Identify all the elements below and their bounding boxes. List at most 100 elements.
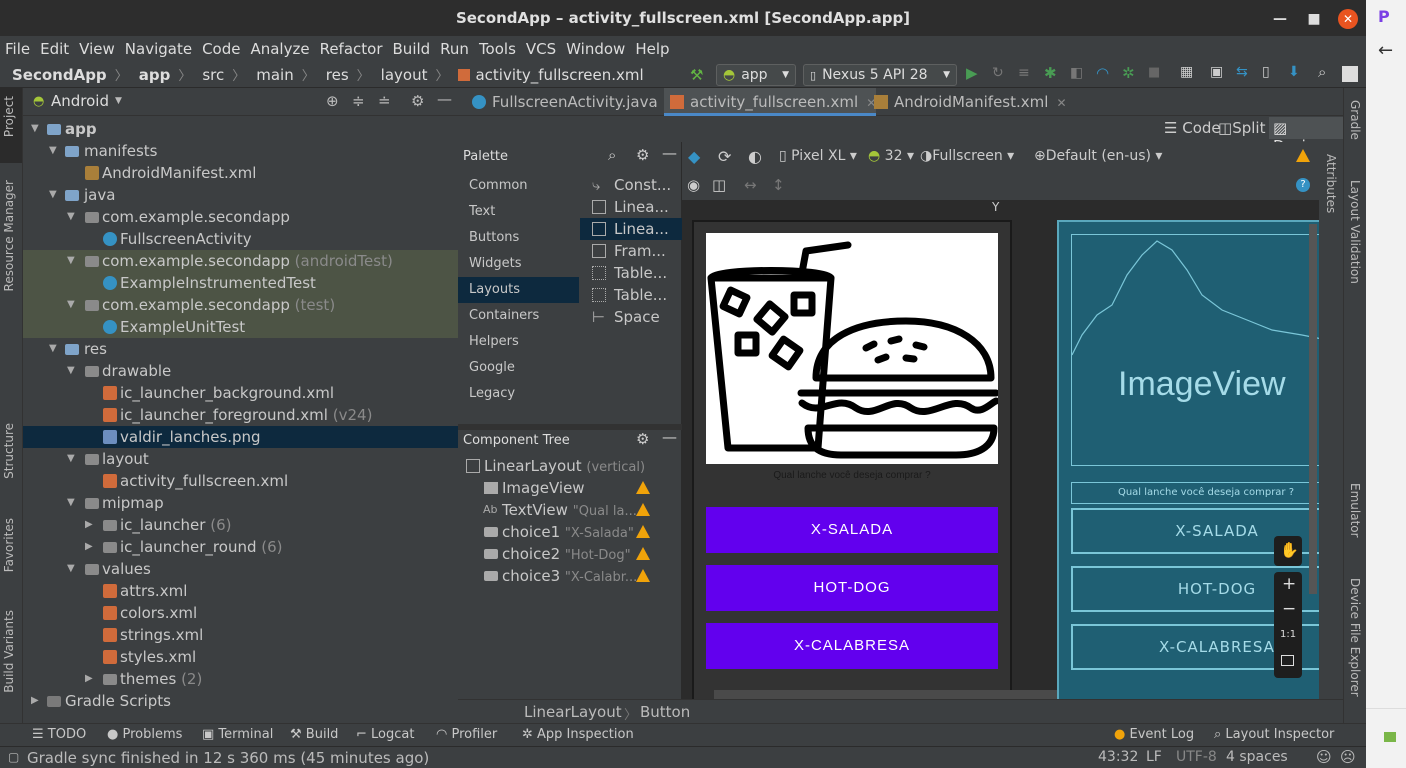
eye-icon[interactable]: ◉ (687, 176, 700, 194)
tree-item[interactable]: styles.xml (23, 646, 458, 668)
preview-button-x-salada[interactable]: X-SALADA (706, 507, 998, 553)
tool-build[interactable]: ⚒ Build (290, 727, 338, 742)
palette-category[interactable]: Widgets (458, 251, 579, 277)
tree-item[interactable]: ic_launcher_foreground.xml (v24) (23, 404, 458, 426)
tree-item[interactable]: ▼ com.example.secondapp (23, 206, 458, 228)
tab-resource-manager[interactable]: Resource Manager (2, 180, 16, 291)
hide-icon[interactable]: — (662, 144, 677, 162)
palette-item[interactable]: Linea... (580, 196, 682, 218)
margins-icon[interactable]: ◫ (712, 176, 726, 194)
tree-item-selected[interactable]: valdir_lanches.png (23, 426, 458, 448)
menu-analyze[interactable]: Analyze (250, 40, 309, 58)
palette-category[interactable]: Legacy (458, 381, 579, 407)
code-mode-button[interactable]: ☰ Code (1164, 119, 1221, 137)
profile-icon[interactable]: ◠ (1096, 64, 1109, 82)
component-item[interactable]: choice3 "X-Calabr... (458, 565, 682, 587)
search-icon[interactable]: ⌕ (608, 146, 616, 164)
tool-terminal[interactable]: ▣ Terminal (202, 727, 273, 742)
attach-icon[interactable]: ✲ (1122, 64, 1135, 82)
collapse-all-icon[interactable]: ≐ (378, 92, 391, 110)
menu-run[interactable]: Run (440, 40, 469, 58)
breadcrumb-main[interactable]: main (256, 66, 293, 84)
close-icon[interactable]: ✕ (1056, 96, 1066, 110)
design-mode-button[interactable]: ▨ Design (1269, 117, 1343, 155)
search-icon[interactable]: ⌕ (1318, 63, 1326, 81)
apply-changes-icon[interactable]: ↻ (992, 65, 1004, 81)
tool-problems[interactable]: ● Problems (107, 727, 182, 742)
tree-item[interactable]: ▶ themes (2) (23, 668, 458, 690)
tree-item[interactable]: colors.xml (23, 602, 458, 624)
design-preview[interactable]: Qual lanche você deseja comprar ? X-SALA… (692, 220, 1219, 699)
palette-item[interactable]: ⊢ Space (580, 306, 682, 328)
face-icon[interactable]: ☹ (1340, 748, 1356, 766)
api-select[interactable]: ◓ 32 ▾ (868, 148, 914, 164)
attach-debugger-icon[interactable]: ◧ (1070, 65, 1083, 81)
palette-category-selected[interactable]: Layouts (458, 277, 579, 303)
project-view-select[interactable]: Android (51, 92, 109, 110)
tree-item[interactable]: ▼ layout (23, 448, 458, 470)
breadcrumb-project[interactable]: SecondApp (12, 66, 107, 84)
tree-item[interactable]: strings.xml (23, 624, 458, 646)
tab-attributes[interactable]: Attributes (1324, 154, 1338, 213)
component-item[interactable]: choice1 "X-Salada" (458, 521, 682, 543)
breadcrumb-module[interactable]: app (139, 66, 171, 84)
orientation-icon[interactable]: ⟳ (718, 147, 731, 166)
tool-profiler[interactable]: ◠ Profiler (436, 727, 497, 742)
tree-item[interactable]: ▼ drawable (23, 360, 458, 382)
tool-logcat[interactable]: ⌐ Logcat (356, 727, 414, 742)
zoom-actual-size[interactable]: 1:1 (1280, 629, 1296, 640)
palette-item[interactable]: Table... (580, 284, 682, 306)
device-select[interactable]: ▯ Nexus 5 API 28 ▼ (803, 64, 957, 86)
tool-event-log[interactable]: ● Event Log (1114, 727, 1194, 742)
tab-fullscreen-activity[interactable]: FullscreenActivity.java✕ (466, 88, 676, 116)
palette-category[interactable]: Helpers (458, 329, 579, 355)
close-icon[interactable]: ✕ (1338, 9, 1358, 29)
menu-file[interactable]: File (5, 40, 30, 58)
component-root[interactable]: LinearLayout (vertical) (458, 455, 682, 477)
gear-icon[interactable]: ⚙ (636, 146, 649, 164)
tree-item[interactable]: ▼ java (23, 184, 458, 206)
maximize-icon[interactable]: ■ (1304, 9, 1324, 29)
warning-icon[interactable] (636, 481, 650, 494)
gallery-icon[interactable] (1384, 732, 1396, 742)
tree-item[interactable]: ▶ Gradle Scripts (23, 690, 458, 712)
palette-category[interactable]: Containers (458, 303, 579, 329)
expand-all-icon[interactable]: ≑ (352, 92, 365, 110)
sync-gradle-icon[interactable]: ⇆ (1236, 64, 1248, 80)
tab-android-manifest[interactable]: AndroidManifest.xml ✕ (868, 88, 1067, 116)
hide-icon[interactable]: — (662, 428, 677, 446)
gear-icon[interactable]: ⚙ (411, 92, 424, 110)
preview-button-x-calabresa[interactable]: X-CALABRESA (706, 623, 998, 669)
warning-icon[interactable] (636, 569, 650, 582)
tree-item[interactable]: ▼ com.example.secondapp (androidTest) (23, 250, 458, 272)
blueprint-question-text[interactable]: Qual lanche você deseja comprar ? (1071, 482, 1319, 504)
preview-button-hot-dog[interactable]: HOT-DOG (706, 565, 998, 611)
hand-icon[interactable]: ✋ (1280, 541, 1299, 559)
preview-question-text[interactable]: Qual lanche você deseja comprar ? (706, 470, 998, 481)
tree-item[interactable]: ▶ ic_launcher_round (6) (23, 536, 458, 558)
tree-item[interactable]: ▼ values (23, 558, 458, 580)
tool-todo[interactable]: ☰ TODO (32, 727, 86, 742)
file-encoding[interactable]: UTF-8 (1176, 749, 1217, 765)
hammer-icon[interactable]: ⚒ (690, 66, 703, 84)
tab-structure[interactable]: Structure (2, 423, 16, 479)
tree-item[interactable]: ExampleInstrumentedTest (23, 272, 458, 294)
tab-project[interactable]: Project (2, 96, 16, 137)
gear-icon[interactable]: ⚙ (636, 430, 649, 448)
sdk-manager-icon[interactable]: ⬇ (1288, 64, 1300, 80)
stop-icon[interactable]: ■ (1148, 65, 1160, 80)
palette-item[interactable]: Table... (580, 262, 682, 284)
apply-code-changes-icon[interactable]: ≡ (1018, 65, 1030, 81)
menu-edit[interactable]: Edit (40, 40, 69, 58)
locale-select[interactable]: ⊕Default (en-us) ▾ (1034, 148, 1162, 164)
tree-item[interactable]: activity_fullscreen.xml (23, 470, 458, 492)
menu-build[interactable]: Build (393, 40, 431, 58)
tab-build-variants[interactable]: Build Variants (2, 610, 16, 693)
palette-category[interactable]: Google (458, 355, 579, 381)
smile-icon[interactable]: ☺ (1316, 748, 1332, 766)
chevron-down-icon[interactable]: ▼ (115, 96, 122, 106)
split-mode-button[interactable]: ◫Split (1218, 119, 1265, 137)
warning-icon[interactable] (636, 547, 650, 560)
locate-icon[interactable]: ⊕ (326, 92, 339, 110)
menu-view[interactable]: View (79, 40, 115, 58)
